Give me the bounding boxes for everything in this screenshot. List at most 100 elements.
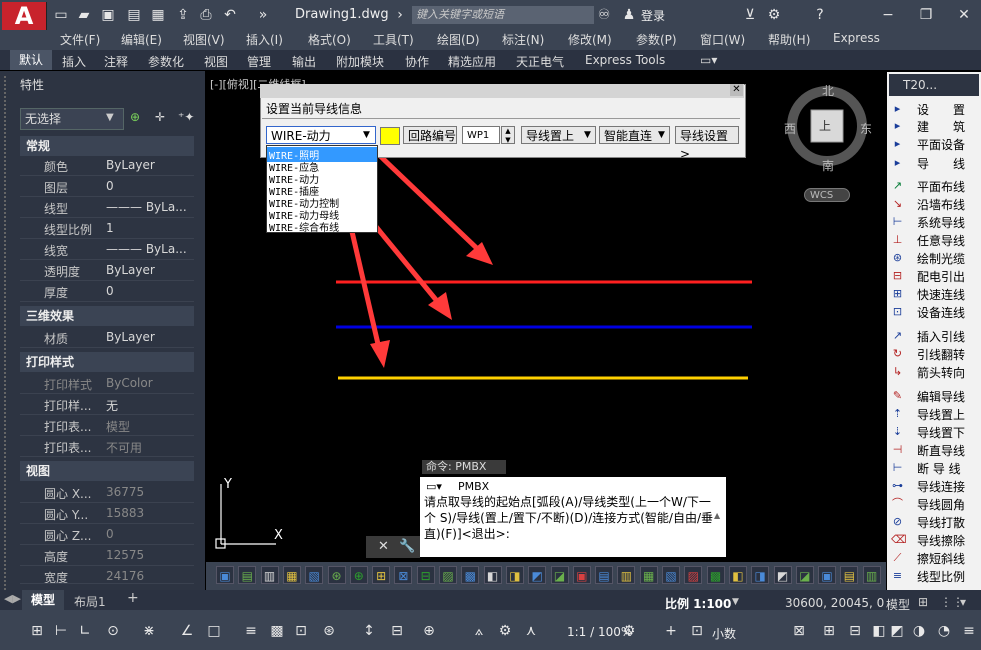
tool-strip-icon[interactable]: ◩ — [528, 566, 547, 584]
tool-strip-icon[interactable]: ▣ — [216, 566, 234, 584]
binoculars-icon[interactable]: ♾ — [596, 7, 612, 23]
property-row[interactable]: 圆心 X... 36775 — [20, 482, 194, 503]
tab-manage[interactable]: 管理 — [247, 53, 271, 70]
polar-icon[interactable]: ⊙ — [104, 622, 122, 640]
lock-ui-icon[interactable]: ⊟ — [846, 622, 864, 640]
close-icon[interactable]: ✕ — [378, 539, 389, 554]
property-row[interactable]: 线型 ——— ByLa... — [20, 197, 194, 218]
tool-insert-leader[interactable]: ↗ 插入引线 — [889, 327, 979, 345]
command-window[interactable]: ▭▾ PMBX 请点取导线的起始点[弧段(A)/导线类型(上一个W/下一个 S)… — [420, 477, 726, 557]
menu-file[interactable]: 文件(F) — [60, 31, 100, 48]
property-row[interactable]: 打印样... 无 — [20, 394, 194, 415]
tool-strip-icon[interactable]: ▩ — [461, 566, 480, 584]
tool-wall-wiring[interactable]: ↘ 沿墙布线 — [889, 195, 979, 213]
hardware-accel-icon[interactable]: ◧ — [870, 622, 888, 640]
more-icon[interactable]: » — [255, 7, 271, 23]
tab-insert[interactable]: 插入 — [62, 53, 86, 70]
tab-parametric[interactable]: 参数化 — [148, 53, 184, 70]
chevron-down-icon[interactable]: ▼ — [658, 130, 665, 140]
login-button[interactable]: 登录 — [641, 7, 665, 24]
grid-icon[interactable]: ⊞ — [28, 622, 46, 640]
tool-strip-icon[interactable]: ◧ — [483, 566, 502, 584]
property-row[interactable]: 圆心 Y... 15883 — [20, 503, 194, 524]
section-plot-style[interactable]: 打印样式 — [20, 352, 194, 372]
snap-icon[interactable]: ⊢ — [52, 622, 70, 640]
tool-strip-icon[interactable]: ▥ — [260, 566, 279, 584]
tool-strip-icon[interactable]: ⊞ — [372, 566, 391, 584]
annotation-visibility-icon[interactable]: ⟑ — [470, 622, 488, 640]
clean-screen-icon[interactable]: ◩ — [888, 622, 906, 640]
tool-fiber-cable[interactable]: ⊛ 绘制光缆 — [889, 249, 979, 267]
tool-strip-icon[interactable]: ▨ — [439, 566, 457, 584]
restore-icon[interactable]: ❐ — [918, 7, 934, 23]
menu-parameters[interactable]: 参数(P) — [636, 31, 677, 48]
circuit-number-button[interactable]: 回路编号 — [403, 126, 457, 144]
menu-insert[interactable]: 插入(I) — [246, 31, 283, 48]
viewcube-south[interactable]: 南 — [822, 157, 834, 174]
transparency-icon[interactable]: ▩ — [268, 622, 286, 640]
cross-icon[interactable]: + — [662, 622, 680, 640]
menu-dimension[interactable]: 标注(N) — [502, 31, 544, 48]
viewcube-east[interactable]: 东 — [860, 120, 872, 137]
tool-wire-explode[interactable]: ⊘ 导线打散 — [889, 513, 979, 531]
menu-draw[interactable]: 绘图(D) — [437, 31, 480, 48]
t20-title[interactable]: T20... — [889, 74, 979, 96]
tool-strip-icon[interactable]: ◪ — [795, 566, 814, 584]
menu-modify[interactable]: 修改(M) — [568, 31, 612, 48]
tool-distribution-lead[interactable]: ⊟ 配电引出 — [889, 267, 979, 285]
tool-wire-erase[interactable]: ⌫ 导线擦除 — [889, 531, 979, 549]
property-row[interactable]: 线宽 ——— ByLa... — [20, 239, 194, 260]
tool-strip-icon[interactable]: ▦ — [282, 566, 301, 584]
menu-format[interactable]: 格式(O) — [308, 31, 351, 48]
add-layout-icon[interactable]: + — [127, 590, 139, 606]
tool-strip-icon[interactable]: ▤ — [840, 566, 859, 584]
performance-icon[interactable]: ◔ — [935, 622, 953, 640]
tool-wire-raise[interactable]: ⇡ 导线置上 — [889, 405, 979, 423]
select-objects-icon[interactable]: ✛ — [155, 110, 165, 124]
tool-floor-device[interactable]: ▸ 平面设备 — [889, 135, 979, 153]
tool-strip-icon[interactable]: ▧ — [662, 566, 680, 584]
property-row[interactable]: 宽度 24176 — [20, 566, 194, 584]
selection-cycle-icon[interactable]: ⊡ — [292, 622, 310, 640]
tool-strip-icon[interactable]: ▦ — [639, 566, 658, 584]
wire-type-select[interactable]: WIRE-动力 — [266, 126, 376, 144]
tab-default[interactable]: 默认 — [10, 50, 52, 70]
tool-strip-icon[interactable]: ⊛ — [327, 566, 346, 584]
property-row[interactable]: 透明度 ByLayer — [20, 260, 194, 281]
osnap-icon[interactable]: □ — [205, 622, 223, 640]
tab-view[interactable]: 视图 — [204, 53, 228, 70]
tool-strip-icon[interactable]: ▣ — [818, 566, 837, 584]
tool-floor-wiring[interactable]: ↗ 平面布线 — [889, 177, 979, 195]
property-row[interactable]: 打印表... 不可用 — [20, 436, 194, 457]
close-icon[interactable]: ✕ — [956, 7, 972, 23]
tool-break-wire[interactable]: ⊣ 断直导线 — [889, 441, 979, 459]
tab-express-tools[interactable]: Express Tools — [585, 53, 665, 67]
tool-strip-icon[interactable]: ▩ — [706, 566, 725, 584]
tool-arrow-turn[interactable]: ↳ 箭头转向 — [889, 363, 979, 381]
tab-annotate[interactable]: 注释 — [104, 53, 128, 70]
chevron-down-icon[interactable]: ▼ — [363, 130, 370, 140]
annotation-scale-icon[interactable]: ⋏ — [522, 622, 540, 640]
tab-output[interactable]: 输出 — [292, 53, 316, 70]
dialog-titlebar[interactable] — [260, 84, 744, 98]
viewcube-north[interactable]: 北 — [822, 82, 834, 99]
tool-edit-wire[interactable]: ✎ 编辑导线 — [889, 387, 979, 405]
property-row[interactable]: 厚度 0 — [20, 281, 194, 302]
property-row[interactable]: 打印样式 ByColor — [20, 373, 194, 394]
tab-model[interactable]: 模型 — [22, 590, 64, 610]
wrench-icon[interactable]: 🔧 — [399, 539, 415, 554]
help-icon[interactable]: ? — [812, 7, 828, 23]
viewport-scale[interactable]: 1:1 / 100% — [567, 625, 632, 639]
tool-strip-icon[interactable]: ▧ — [305, 566, 324, 584]
wire-color-swatch[interactable] — [380, 127, 400, 145]
chevron-down-icon[interactable]: ▼ — [106, 112, 114, 123]
ortho-icon[interactable]: ∟ — [76, 622, 94, 640]
tool-strip-icon[interactable]: ◨ — [505, 566, 524, 584]
circuit-stepper[interactable]: ▲ ▼ — [501, 126, 515, 144]
wcs-menu[interactable]: WCS — [804, 188, 850, 202]
property-row[interactable]: 材质 ByLayer — [20, 327, 194, 348]
autoscale-icon[interactable]: ⚙ — [496, 622, 514, 640]
more-status-icon[interactable]: ▾ — [960, 595, 966, 609]
annotation-monitor-icon[interactable]: ⊟ — [388, 622, 406, 640]
menu-help[interactable]: 帮助(H) — [768, 31, 810, 48]
